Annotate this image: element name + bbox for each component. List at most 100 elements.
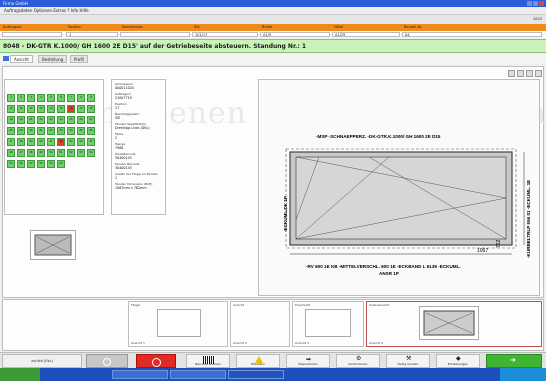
preview-panel-3[interactable]: Draufsicht Ansicht 3	[292, 301, 364, 347]
grid-cell[interactable]: 23	[47, 116, 55, 124]
grid-cell[interactable]: 41	[47, 138, 55, 146]
grid-cell[interactable]: 3	[27, 94, 35, 102]
field-commission[interactable]	[120, 32, 190, 37]
grid-cell[interactable]: 12	[27, 105, 35, 113]
grid-cell[interactable]: 43	[67, 138, 75, 146]
grid-cell[interactable]: 14	[47, 105, 55, 113]
start-button[interactable]	[0, 368, 40, 381]
grid-cell[interactable]: 53	[77, 149, 85, 157]
grid-cell[interactable]: 46	[7, 149, 15, 157]
left-preview[interactable]	[30, 230, 76, 260]
field-part[interactable]: A4	[402, 32, 542, 37]
settings-button[interactable]: ◆ Einstellungen	[436, 354, 480, 368]
grid-cell[interactable]: 57	[27, 160, 35, 168]
tab-bestellung[interactable]: Bestellung	[38, 55, 68, 63]
grey-button[interactable]	[86, 354, 128, 368]
taskbar-app-2[interactable]	[170, 370, 226, 379]
grid-cell[interactable]: 59	[47, 160, 55, 168]
preview-panel-2[interactable]: Ansicht Ansicht 2	[230, 301, 290, 347]
grid-cell[interactable]: 11	[17, 105, 25, 113]
grid-cell[interactable]: 36	[87, 127, 95, 135]
tab-profil[interactable]: Profil	[70, 55, 88, 63]
grid-cell[interactable]: 22	[37, 116, 45, 124]
window-drawing[interactable]: 1067 762 -MSP -SCHNAEPPERZ. -DK-GTR.K.10…	[259, 80, 539, 295]
grid-cell[interactable]: 25	[67, 116, 75, 124]
grid-cell[interactable]: 34	[67, 127, 75, 135]
check-button[interactable]: ⚙ Kontrollieren	[336, 354, 380, 368]
maximize-icon[interactable]	[533, 1, 538, 6]
close-icon[interactable]	[539, 1, 544, 6]
grid-cell[interactable]: 15	[57, 105, 65, 113]
field-width[interactable]: A1/9	[260, 32, 330, 37]
grid-cell[interactable]: 51	[57, 149, 65, 157]
grid-cell[interactable]: 28	[7, 127, 15, 135]
grid-cell[interactable]: 26	[77, 116, 85, 124]
grid-cell[interactable]: 21	[27, 116, 35, 124]
grid-cell[interactable]: 50	[47, 149, 55, 157]
grid-cell[interactable]: 20	[17, 116, 25, 124]
window-controls[interactable]	[526, 1, 544, 6]
grid-cell[interactable]: 6	[57, 94, 65, 102]
grid-cell[interactable]: 47	[17, 149, 25, 157]
preview-panel-1[interactable]: Flügel Ansicht 1	[128, 301, 228, 347]
grid-cell[interactable]: 19	[7, 116, 15, 124]
grid-cell[interactable]: 42	[57, 138, 65, 146]
grid-cell[interactable]: 44	[77, 138, 85, 146]
field-position[interactable]: 1	[66, 32, 118, 37]
grid-cell[interactable]: 27	[87, 116, 95, 124]
grid-cell[interactable]: 5	[47, 94, 55, 102]
tab-ansicht[interactable]: Ansicht	[10, 55, 33, 63]
labels-button[interactable]: Etiketten	[236, 354, 280, 368]
cancel-button[interactable]	[136, 354, 176, 368]
grid-cell[interactable]: 52	[67, 149, 75, 157]
grid-cell[interactable]: 48	[27, 149, 35, 157]
grid-cell[interactable]: 37	[7, 138, 15, 146]
barcode-button[interactable]: Barcode drucken	[186, 354, 230, 368]
grid-cell[interactable]: 2	[17, 94, 25, 102]
grid-cell[interactable]: 8	[77, 94, 85, 102]
zoom-out-icon[interactable]	[517, 70, 524, 77]
grid-cell[interactable]: 9	[87, 94, 95, 102]
field-order[interactable]	[2, 32, 62, 37]
grid-cell[interactable]: 45	[87, 138, 95, 146]
grid-cell[interactable]: 13	[37, 105, 45, 113]
field-qty[interactable]: 101/17	[192, 32, 258, 37]
grid-cell[interactable]: 4	[37, 94, 45, 102]
minimize-icon[interactable]	[527, 1, 532, 6]
grid-cell[interactable]: 24	[57, 116, 65, 124]
taskbar-app-3[interactable]	[228, 370, 284, 379]
grid-cell[interactable]: 55	[7, 160, 15, 168]
preview-panel-4[interactable]: Seitenansicht Ansicht 4	[366, 301, 542, 347]
grid-cell[interactable]: 1	[7, 94, 15, 102]
grid-cell[interactable]: 29	[17, 127, 25, 135]
grid-cell[interactable]: 56	[17, 160, 25, 168]
grid-cell[interactable]: 60	[57, 160, 65, 168]
settings-icon[interactable]	[535, 70, 542, 77]
accept-button[interactable]: ➡ Übernehmen	[286, 354, 330, 368]
exit-button[interactable]: ➜	[486, 354, 542, 368]
back-button[interactable]: zurück (Esc)	[2, 354, 82, 368]
grid-cell[interactable]: 32	[47, 127, 55, 135]
info-value: 2	[115, 136, 118, 140]
field-height[interactable]: A1/29	[332, 32, 400, 37]
grid-cell[interactable]: 39	[27, 138, 35, 146]
grid-cell[interactable]: 17	[77, 105, 85, 113]
grid-cell[interactable]: 38	[17, 138, 25, 146]
grid-cell[interactable]: 10	[7, 105, 15, 113]
grid-cell[interactable]: 40	[37, 138, 45, 146]
done-button[interactable]: ⚒ Fertig melden	[386, 354, 430, 368]
grid-cell[interactable]: 31	[37, 127, 45, 135]
grid-cell[interactable]: 30	[27, 127, 35, 135]
grid-cell[interactable]: 18	[87, 105, 95, 113]
taskbar-app-1[interactable]	[112, 370, 168, 379]
grid-cell[interactable]: 33	[57, 127, 65, 135]
print-icon[interactable]	[526, 70, 533, 77]
grid-cell[interactable]: 58	[37, 160, 45, 168]
grid-cell[interactable]: 7	[67, 94, 75, 102]
grid-cell[interactable]: 49	[37, 149, 45, 157]
menu-bar[interactable]: Auftragsdaten Optionen Extras ? Info Hil…	[0, 7, 546, 15]
zoom-in-icon[interactable]	[508, 70, 515, 77]
grid-cell[interactable]: 54	[87, 149, 95, 157]
grid-cell[interactable]: 35	[77, 127, 85, 135]
grid-cell[interactable]: 16	[67, 105, 75, 113]
